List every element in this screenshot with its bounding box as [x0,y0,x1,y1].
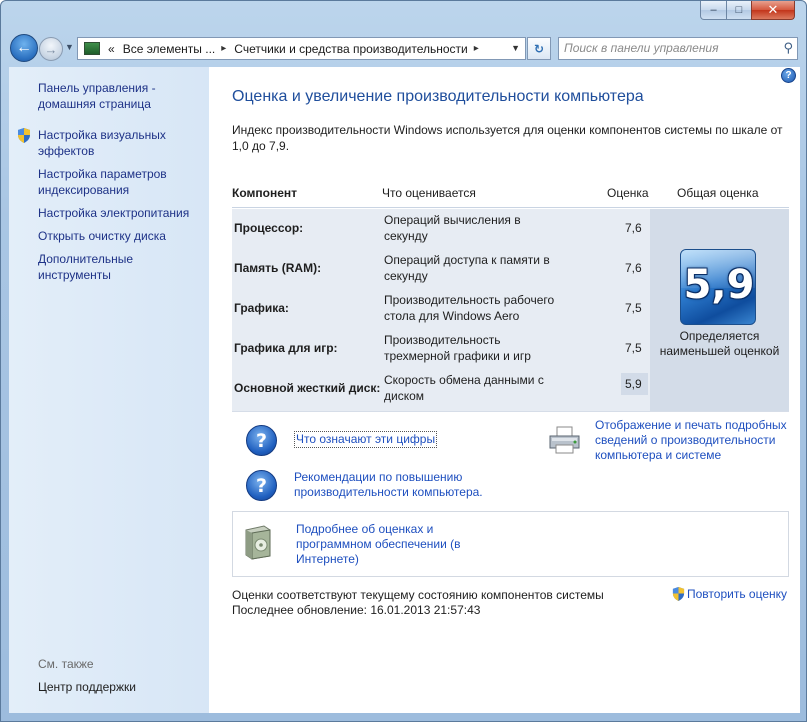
learn-more-online-link[interactable]: Подробнее об оценках и программном обесп… [296,522,496,567]
question-icon[interactable]: ? [246,470,277,501]
header-score: Оценка [607,186,649,200]
main-content: ? Оценка и увеличение производительности… [209,67,800,713]
component-score: 5,9 [625,377,642,391]
base-score-caption: Определяется наименьшей оценкой [659,329,780,358]
address-overflow[interactable]: « [108,42,115,56]
see-also-heading: См. также [38,657,94,671]
rerun-assessment-label: Повторить оценку [687,587,788,601]
what-numbers-mean-link[interactable]: Что означают эти цифры [294,431,438,448]
table-row: Процессор: Операций вычисления в секунду… [232,209,650,249]
header-overall: Общая оценка [677,186,759,200]
forward-arrow-icon: → [44,41,58,57]
maximize-button[interactable]: □ [726,1,752,20]
forward-button[interactable]: → [39,37,63,61]
title-bar: – □ ✕ [1,1,806,31]
refresh-button[interactable]: ↻ [527,37,551,60]
table-row: Память (RAM): Операций доступа к памяти … [232,249,650,289]
sidebar-item-advanced-tools[interactable]: Дополнительные инструменты [9,251,203,283]
component-metric: Скорость обмена данными с диском [384,373,544,403]
breadcrumb-performance[interactable]: Счетчики и средства производительности [234,42,467,56]
uac-shield-icon [672,587,685,601]
control-panel-icon [84,42,100,55]
question-icon[interactable]: ? [246,425,277,456]
page-title: Оценка и увеличение производительности к… [232,88,644,105]
component-metric: Операций вычисления в секунду [384,213,521,243]
header-component: Компонент [232,186,297,200]
sidebar-item-label: Дополнительные инструменты [38,252,133,282]
view-print-details-link[interactable]: Отображение и печать подробных сведений … [595,418,795,463]
sidebar-home-link[interactable]: Панель управления - домашняя страница [38,80,203,112]
navigation-bar: ← → ▼ « Все элементы ... ▸ Счетчики и ср… [1,31,806,65]
printer-icon[interactable] [548,425,581,455]
breadcrumb-all-items[interactable]: Все элементы ... [123,42,216,56]
component-name: Графика для игр: [234,341,338,355]
component-name: Процессор: [234,221,304,235]
search-box[interactable]: ⚲ [558,37,798,60]
learn-more-box: Подробнее об оценках и программном обесп… [232,511,789,577]
component-name: Графика: [234,301,289,315]
sidebar-item-indexing[interactable]: Настройка параметров индексирования [9,166,203,198]
sidebar-item-disk-cleanup[interactable]: Открыть очистку диска [9,228,203,244]
help-icon: ? [785,70,792,81]
help-button[interactable]: ? [781,68,796,83]
component-metric: Производительность рабочего стола для Wi… [384,293,555,323]
breadcrumb-separator-icon[interactable]: ▸ [474,43,479,54]
header-what: Что оценивается [382,186,476,200]
recommendations-link[interactable]: Рекомендации по повышению производительн… [294,470,509,500]
component-score: 7,6 [625,221,642,235]
window: – □ ✕ ← → ▼ « Все элементы ... ▸ Счетчик… [0,0,807,722]
action-center-link[interactable]: Центр поддержки [38,680,136,694]
table-row: Графика для игр: Производительность трех… [232,329,650,369]
status-footer: Оценки соответствуют текущему состоянию … [232,588,604,618]
minimize-button[interactable]: – [700,1,727,20]
search-icon[interactable]: ⚲ [783,40,793,56]
sidebar-item-power[interactable]: Настройка электропитания [9,205,203,221]
overall-score-panel: 5,9 Определяется наименьшей оценкой [650,209,789,411]
component-name: Память (RAM): [234,261,322,275]
refresh-icon: ↻ [533,41,545,56]
last-update-text: Последнее обновление: 16.01.2013 21:57:4… [232,603,481,617]
score-table-header: Компонент Что оценивается Оценка Общая о… [232,182,789,208]
table-row: Графика: Производительность рабочего сто… [232,289,650,329]
sidebar: Панель управления - домашняя страница На… [9,67,209,713]
component-score: 7,5 [625,341,642,355]
scores-status-text: Оценки соответствуют текущему состоянию … [232,588,604,602]
sidebar-tasks: Настройка визуальных эффектов Настройка … [9,127,209,290]
close-button[interactable]: ✕ [751,1,795,20]
search-input[interactable] [564,41,769,55]
sidebar-item-label: Настройка электропитания [38,206,190,220]
component-metric: Операций доступа к памяти в секунду [384,253,550,283]
component-name: Основной жесткий диск: [234,381,381,395]
back-arrow-icon: ← [16,39,32,56]
base-score-value: 5,9 [683,262,755,308]
address-bar[interactable]: « Все элементы ... ▸ Счетчики и средства… [77,37,526,60]
component-score: 7,5 [625,301,642,315]
back-button[interactable]: ← [10,34,38,62]
sidebar-item-label: Настройка параметров индексирования [38,167,167,197]
breadcrumb-separator-icon[interactable]: ▸ [221,43,226,54]
base-score-badge: 5,9 [680,249,756,325]
table-row: Основной жесткий диск: Скорость обмена д… [232,369,650,409]
component-metric: Производительность трехмерной графики и … [384,333,531,363]
component-score: 7,6 [625,261,642,275]
intro-text: Индекс производительности Windows исполь… [232,123,783,153]
lowest-score-highlight: 5,9 [621,373,648,395]
rerun-assessment-link[interactable]: Повторить оценку [672,587,787,601]
sidebar-item-visual-effects[interactable]: Настройка визуальных эффектов [9,127,203,159]
sidebar-item-label: Открыть очистку диска [38,229,166,243]
uac-shield-icon [18,128,30,143]
software-box-icon [245,525,271,560]
recent-pages-dropdown-icon[interactable]: ▼ [65,42,74,52]
address-dropdown-icon[interactable]: ▼ [511,43,520,53]
score-rows: Процессор: Операций вычисления в секунду… [232,209,650,411]
divider [232,411,789,412]
sidebar-item-label: Настройка визуальных эффектов [38,128,166,158]
